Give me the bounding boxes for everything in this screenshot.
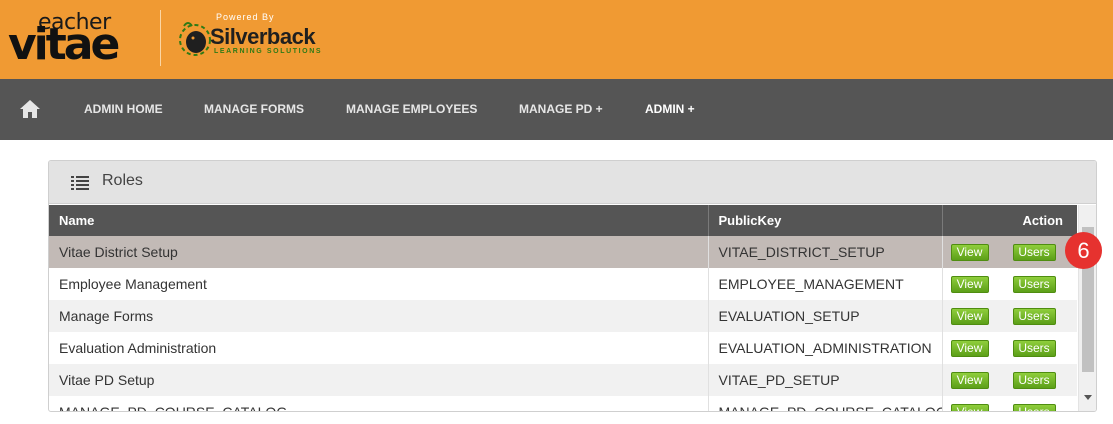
action-cell: View Users: [942, 236, 1077, 268]
users-button[interactable]: Users: [1012, 244, 1056, 261]
role-name: Vitae PD Setup: [49, 364, 709, 396]
role-key: VITAE_PD_SETUP: [708, 364, 943, 396]
action-cell: View Users: [942, 268, 1077, 300]
nav-manage-pd[interactable]: MANAGE PD +: [519, 102, 603, 116]
nav-admin[interactable]: ADMIN +: [645, 102, 695, 116]
view-button[interactable]: View: [950, 308, 989, 325]
panel-header: Roles: [49, 161, 1096, 204]
users-button[interactable]: Users: [1012, 404, 1056, 411]
users-button[interactable]: Users: [1012, 372, 1056, 389]
role-key: VITAE_DISTRICT_SETUP: [708, 236, 943, 268]
table-row[interactable]: Manage Forms EVALUATION_SETUP View Users: [49, 300, 1077, 332]
table-row[interactable]: Vitae District Setup VITAE_DISTRICT_SETU…: [49, 236, 1077, 268]
action-cell: View Users: [942, 396, 1077, 411]
role-name: MANAGE_PD_COURSE_CATALOG: [49, 396, 709, 411]
role-name: Vitae District Setup: [49, 236, 709, 268]
powered-by-logo: Powered By Silverback LEARNING SOLUTIONS: [176, 10, 346, 60]
view-button[interactable]: View: [950, 340, 989, 357]
table-header-row: Name PublicKey Action: [49, 205, 1077, 236]
home-icon[interactable]: [19, 99, 41, 119]
table-row[interactable]: Evaluation Administration EVALUATION_ADM…: [49, 332, 1077, 364]
list-icon: [71, 176, 89, 190]
view-button[interactable]: View: [950, 276, 989, 293]
view-button[interactable]: View: [950, 404, 989, 411]
view-button[interactable]: View: [950, 372, 989, 389]
column-header-action: Action: [942, 205, 1077, 236]
nav-manage-forms[interactable]: MANAGE FORMS: [204, 102, 304, 116]
step-number-badge: 6: [1065, 232, 1102, 269]
nav-admin-home[interactable]: ADMIN HOME: [84, 102, 163, 116]
role-name: Employee Management: [49, 268, 709, 300]
role-key: EMPLOYEE_MANAGEMENT: [708, 268, 943, 300]
column-header-name[interactable]: Name: [49, 205, 709, 236]
roles-panel: Roles Name PublicKey Action Vitae Distri…: [48, 160, 1097, 412]
logo-divider: [160, 10, 161, 66]
powered-by-label: Powered By: [216, 12, 275, 22]
role-name: Evaluation Administration: [49, 332, 709, 364]
role-key: MANAGE_PD_COURSE_CATALOG: [708, 396, 943, 411]
users-button[interactable]: Users: [1012, 276, 1056, 293]
users-button[interactable]: Users: [1012, 308, 1056, 325]
gorilla-icon: [179, 22, 211, 56]
table-row[interactable]: Employee Management EMPLOYEE_MANAGEMENT …: [49, 268, 1077, 300]
users-button[interactable]: Users: [1012, 340, 1056, 357]
scroll-down-arrow-icon[interactable]: [1084, 395, 1092, 400]
role-name: Manage Forms: [49, 300, 709, 332]
app-header: eacher vitae Powered By Silverback LEARN…: [0, 0, 1113, 79]
partner-name: Silverback: [210, 24, 316, 49]
roles-table: Name PublicKey Action Vitae District Set…: [49, 205, 1077, 411]
panel-title: Roles: [102, 172, 143, 189]
table-row[interactable]: Vitae PD Setup VITAE_PD_SETUP View Users: [49, 364, 1077, 396]
partner-tagline: LEARNING SOLUTIONS: [214, 48, 323, 55]
action-cell: View Users: [942, 364, 1077, 396]
role-key: EVALUATION_ADMINISTRATION: [708, 332, 943, 364]
main-nav: ADMIN HOME MANAGE FORMS MANAGE EMPLOYEES…: [0, 79, 1113, 140]
column-header-publickey[interactable]: PublicKey: [708, 205, 943, 236]
role-key: EVALUATION_SETUP: [708, 300, 943, 332]
table-row[interactable]: MANAGE_PD_COURSE_CATALOG MANAGE_PD_COURS…: [49, 396, 1077, 411]
roles-table-wrap: Name PublicKey Action Vitae District Set…: [49, 205, 1077, 411]
logo-big-text: vitae: [8, 19, 120, 70]
action-cell: View Users: [942, 332, 1077, 364]
view-button[interactable]: View: [950, 244, 989, 261]
nav-manage-employees[interactable]: MANAGE EMPLOYEES: [346, 102, 477, 116]
action-cell: View Users: [942, 300, 1077, 332]
teacher-vitae-logo[interactable]: eacher vitae: [8, 6, 158, 70]
